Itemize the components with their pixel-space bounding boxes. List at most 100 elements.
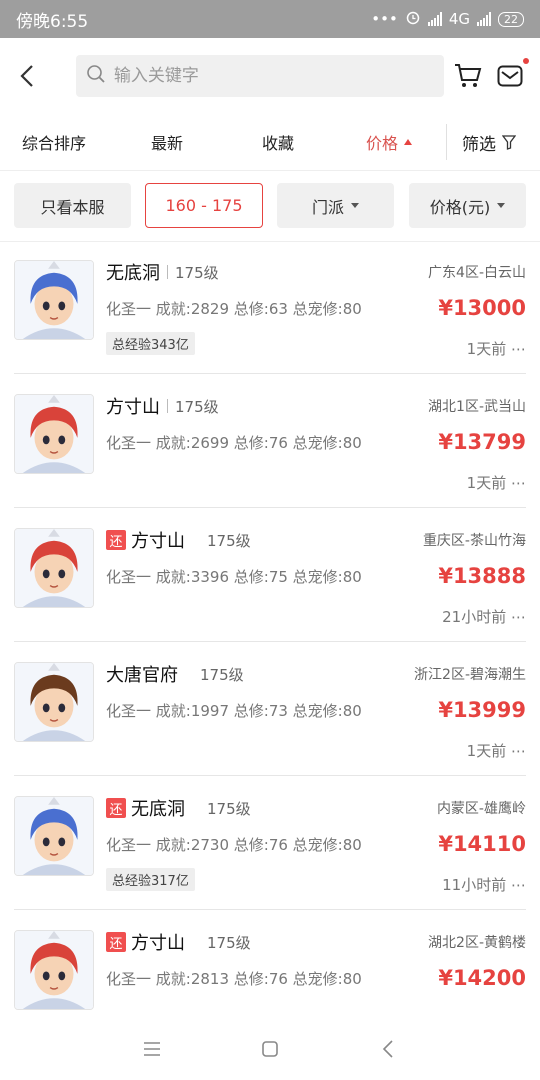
tab-label: 价格 [366, 134, 399, 153]
more-icon[interactable]: ⋯ [511, 608, 526, 626]
listing-title: 还 方寸山 175级 [106, 528, 251, 552]
more-icon[interactable]: ⋯ [511, 876, 526, 894]
status-time: 傍晚6:55 [16, 11, 89, 32]
sort-up-icon [404, 139, 413, 145]
price: ¥13000 [438, 296, 526, 320]
signal-icon-2 [477, 12, 491, 26]
stats-text: 化圣一 成就:2699 总修:76 总宠修:80 [106, 434, 362, 452]
level-range-chip[interactable]: 160 - 175 [145, 183, 263, 228]
time-ago: 1天前 ⋯ [467, 338, 526, 359]
price: ¥13999 [438, 698, 526, 722]
listing-title: 方寸山 175级 [106, 394, 219, 418]
listing-item[interactable]: 大唐官府 175级 浙江2区-碧海潮生 化圣一 成就:1997 总修:73 总宠… [14, 642, 526, 776]
time-text: 1天前 [466, 340, 507, 358]
sect-name: 方寸山 [106, 397, 160, 418]
character-avatar [14, 930, 94, 1010]
tab-label: 综合排序 [22, 134, 87, 153]
battery-icon: 22 [498, 11, 524, 27]
system-nav-bar [0, 1018, 540, 1080]
exp-badge: 总经验317亿 [106, 868, 195, 891]
stats-text: 化圣一 成就:1997 总修:73 总宠修:80 [106, 702, 362, 720]
time-text: 1天前 [466, 742, 507, 760]
alarm-icon [405, 9, 421, 29]
listing-item[interactable]: 还 方寸山 175级 湖北2区-黄鹤楼 化圣一 成就:2813 总修:76 总宠… [14, 910, 526, 1018]
mail-icon[interactable] [494, 58, 529, 92]
sect-name: 方寸山 [131, 933, 185, 954]
filter-label: 筛选 [462, 134, 496, 155]
more-icon[interactable]: ⋯ [511, 474, 526, 492]
price: ¥13799 [438, 430, 526, 454]
back-arrow-icon[interactable] [20, 56, 56, 96]
stats-text: 化圣一 成就:2829 总修:63 总宠修:80 [106, 300, 362, 318]
chip-label: 160 - 175 [165, 196, 243, 215]
price: ¥13888 [438, 564, 526, 588]
tab-comprehensive-sort[interactable]: 综合排序 [22, 114, 86, 170]
search-icon [86, 64, 106, 88]
filter-button[interactable]: 筛选 [462, 114, 516, 170]
chevron-down-icon [497, 203, 506, 208]
price-dropdown[interactable]: 价格(元) [409, 183, 526, 228]
home-icon[interactable] [257, 1036, 283, 1062]
tab-price[interactable]: 价格 [366, 114, 413, 170]
character-avatar [14, 528, 94, 608]
search-input[interactable] [111, 65, 416, 87]
funnel-icon [502, 134, 516, 150]
listing-title: 大唐官府 175级 [106, 662, 244, 686]
listing-item[interactable]: 方寸山 175级 湖北1区-武当山 化圣一 成就:2699 总修:76 总宠修:… [14, 374, 526, 508]
server-name: 重庆区-茶山竹海 [422, 533, 526, 549]
tab-favorites[interactable]: 收藏 [262, 114, 294, 170]
more-icon[interactable]: ⋯ [511, 340, 526, 358]
menu-icon[interactable] [139, 1036, 165, 1062]
time-text: 11小时前 [442, 876, 507, 894]
exp-badge: 总经验343亿 [106, 332, 195, 355]
return-tag: 还 [106, 530, 126, 550]
level: 175级 [175, 263, 219, 282]
avatar-illustration [15, 529, 93, 607]
avatar-illustration [15, 931, 93, 1009]
listing-title: 还 无底洞 175级 [106, 796, 251, 820]
network-type: 4G [448, 10, 470, 28]
chip-label: 门派 [311, 197, 344, 217]
level: 175级 [207, 933, 251, 952]
level: 175级 [207, 531, 251, 550]
level: 175级 [200, 665, 244, 684]
cart-icon[interactable] [452, 60, 484, 92]
listing-item[interactable]: 还 方寸山 175级 重庆区-茶山竹海 化圣一 成就:3396 总修:75 总宠… [14, 508, 526, 642]
sect-name: 无底洞 [106, 263, 160, 284]
tab-newest[interactable]: 最新 [151, 114, 183, 170]
stats-text: 化圣一 成就:2813 总修:76 总宠修:80 [106, 970, 362, 988]
listing-item[interactable]: 还 无底洞 175级 内蒙区-雄鹰岭 化圣一 成就:2730 总修:76 总宠修… [14, 776, 526, 910]
avatar-illustration [15, 261, 93, 339]
avatar-illustration [15, 663, 93, 741]
listing-title: 无底洞 175级 [106, 260, 219, 284]
back-icon[interactable] [375, 1036, 401, 1062]
server-only-chip[interactable]: 只看本服 [14, 183, 131, 228]
tab-label: 最新 [151, 134, 184, 153]
character-avatar [14, 796, 94, 876]
return-tag: 还 [106, 932, 126, 952]
time-ago: 11小时前 ⋯ [442, 874, 526, 895]
return-tag: 还 [106, 798, 126, 818]
signal-icon [427, 12, 442, 26]
character-avatar [14, 394, 94, 474]
price: ¥14200 [438, 966, 526, 990]
sect-name: 方寸山 [131, 531, 185, 552]
divider [167, 265, 168, 279]
status-bar: 傍晚6:55 ••• 4G 22 [0, 0, 540, 38]
time-ago: 1天前 ⋯ [467, 740, 526, 761]
server-name: 湖北2区-黄鹤楼 [428, 935, 526, 951]
chip-label: 价格(元) [429, 197, 491, 217]
level: 175级 [207, 799, 251, 818]
more-icon[interactable]: ⋯ [511, 742, 526, 760]
sect-dropdown[interactable]: 门派 [277, 183, 394, 228]
header [0, 38, 540, 114]
listing-item[interactable]: 无底洞 175级 广东4区-白云山 化圣一 成就:2829 总修:63 总宠修:… [14, 240, 526, 374]
sort-bar: 综合排序 最新 收藏 价格 筛选 [0, 114, 540, 171]
server-name: 湖北1区-武当山 [428, 399, 526, 415]
stats-text: 化圣一 成就:2730 总修:76 总宠修:80 [106, 836, 362, 854]
server-name: 广东4区-白云山 [428, 265, 526, 281]
notification-dot [523, 58, 529, 64]
tab-label: 收藏 [262, 134, 295, 153]
character-avatar [14, 662, 94, 742]
search-box[interactable] [75, 55, 445, 97]
